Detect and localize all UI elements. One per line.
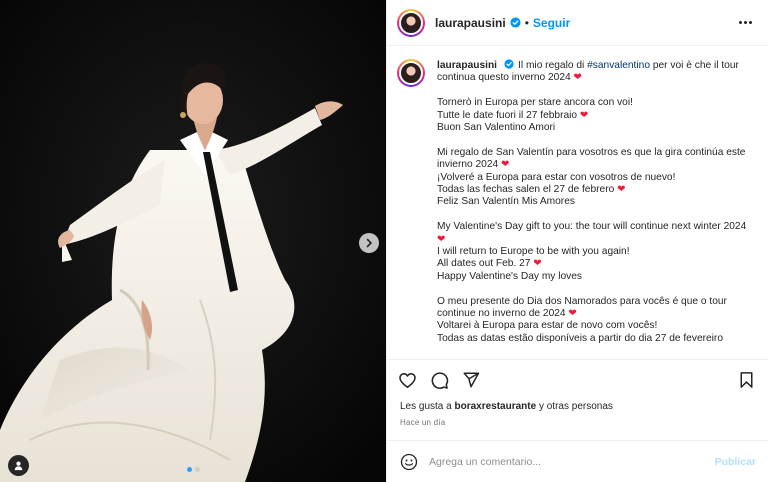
likes-user-link[interactable]: boraxrestaurante xyxy=(454,401,536,412)
caption-line-text: Tornerò in Europa per stare ancora con v… xyxy=(437,97,633,109)
heart-emoji: ❤ xyxy=(501,159,510,171)
heart-emoji: ❤ xyxy=(617,184,626,196)
header-separator: • xyxy=(524,15,529,30)
heart-emoji: ❤ xyxy=(573,72,583,84)
paper-plane-icon xyxy=(463,372,480,388)
carousel-dot xyxy=(195,467,200,472)
caption-paragraph: Tornerò in Europa per stare ancora con v… xyxy=(437,97,754,134)
caption-text: laurapausini Il mio regalo di #sanvalent… xyxy=(437,59,754,359)
caption-line-text: ¡Volveré a Europa para estar con vosotro… xyxy=(437,171,676,183)
share-button[interactable] xyxy=(461,370,481,390)
caption-line-text: Todas las fechas salen el 27 de febrero xyxy=(437,184,618,196)
likes-prefix: Les gusta a xyxy=(400,401,455,412)
caption-line: Todas as datas estão disponíveis a parti… xyxy=(437,333,754,345)
avatar[interactable] xyxy=(397,8,425,37)
post-timestamp[interactable]: Hace un día xyxy=(387,414,768,427)
post-photo xyxy=(0,0,386,482)
smiley-icon xyxy=(400,453,418,470)
caption-paragraph: Mi regalo de San Valentín para vosotros … xyxy=(437,147,754,209)
like-button[interactable] xyxy=(397,370,417,390)
comment-input[interactable] xyxy=(429,455,715,468)
likes-others-link[interactable]: y otras personas xyxy=(536,401,613,412)
caption-area: laurapausini Il mio regalo di #sanvalent… xyxy=(387,46,768,360)
emoji-button[interactable] xyxy=(399,452,419,472)
post-media[interactable] xyxy=(0,0,386,482)
caption-line: Feliz San Valentín Mis Amores xyxy=(437,196,754,208)
caption-line-text: Mi regalo de San Valentín para vosotros … xyxy=(437,146,746,171)
chevron-right-icon xyxy=(366,238,373,248)
comment-button[interactable] xyxy=(429,370,449,390)
caption-line-text: O meu presente do Dia dos Namorados para… xyxy=(437,295,727,320)
verified-badge-icon xyxy=(510,17,521,28)
comment-composer: Publicar xyxy=(387,440,768,482)
caption-line-text: My Valentine's Day gift to you: the tour… xyxy=(437,221,747,233)
carousel-dot xyxy=(187,467,192,472)
caption-line: My Valentine's Day gift to you: the tour… xyxy=(437,221,754,246)
heart-emoji: ❤ xyxy=(579,109,589,121)
verified-badge-icon xyxy=(504,59,515,70)
heart-emoji: ❤ xyxy=(568,308,577,320)
caption-line-text: Tutte le date fuori il 27 febbraio xyxy=(437,109,580,121)
follow-button[interactable]: Seguir xyxy=(533,16,570,30)
caption-line: Mi regalo de San Valentín para vosotros … xyxy=(437,147,754,172)
caption-line: I will return to Europe to be with you a… xyxy=(437,246,754,258)
caption-line-text: All dates out Feb. 27 xyxy=(437,258,534,270)
caption-line: Buon San Valentino Amori xyxy=(437,122,754,134)
tagged-users-button[interactable] xyxy=(8,455,29,476)
caption-intro: Il mio regalo di xyxy=(518,60,588,71)
caption-line: ¡Volveré a Europa para estar con vosotro… xyxy=(437,172,754,184)
hashtag-link[interactable]: #sanvalentino xyxy=(587,60,650,71)
post-panel: laurapausini • Seguir laurapausini Il mi… xyxy=(386,0,768,482)
caption-paragraphs: Tornerò in Europa per stare ancora con v… xyxy=(437,97,754,345)
caption-line: Todas las fechas salen el 27 de febrero … xyxy=(437,184,754,196)
caption-line-text: Voltarei à Europa para estar de novo com… xyxy=(437,320,658,332)
caption-line: All dates out Feb. 27 ❤ xyxy=(437,258,754,270)
caption-line-text: Feliz San Valentín Mis Amores xyxy=(437,196,575,208)
caption-paragraph: My Valentine's Day gift to you: the tour… xyxy=(437,221,754,283)
more-options-icon[interactable] xyxy=(735,17,756,28)
save-button[interactable] xyxy=(736,370,756,390)
user-tag-icon xyxy=(14,461,23,471)
heart-outline-icon xyxy=(398,372,416,388)
caption-line-text: I will return to Europe to be with you a… xyxy=(437,246,630,258)
caption-line-text: Happy Valentine's Day my loves xyxy=(437,270,583,282)
instagram-post-modal: laurapausini • Seguir laurapausini Il mi… xyxy=(0,0,768,482)
post-username[interactable]: laurapausini xyxy=(435,16,506,30)
caption-line-text: Buon San Valentino Amori xyxy=(437,122,556,134)
comment-bubble-icon xyxy=(431,371,448,389)
likes-summary: Les gusta a boraxrestaurante y otras per… xyxy=(387,400,768,414)
post-header: laurapausini • Seguir xyxy=(387,0,768,46)
heart-emoji: ❤ xyxy=(437,233,446,245)
caption-line: Happy Valentine's Day my loves xyxy=(437,271,754,283)
bookmark-icon xyxy=(740,372,752,388)
caption-line: O meu presente do Dia dos Namorados para… xyxy=(437,296,754,321)
heart-emoji: ❤ xyxy=(533,258,542,270)
publish-button[interactable]: Publicar xyxy=(715,456,756,468)
carousel-indicator xyxy=(187,467,200,472)
caption-line: Tutte le date fuori il 27 febbraio ❤ xyxy=(437,110,754,122)
caption-paragraph: O meu presente do Dia dos Namorados para… xyxy=(437,296,754,346)
carousel-next-button[interactable] xyxy=(359,233,379,253)
caption-line: Tornerò in Europa per stare ancora con v… xyxy=(437,97,754,109)
caption-avatar[interactable] xyxy=(397,59,425,87)
action-bar xyxy=(387,360,768,400)
caption-username[interactable]: laurapausini xyxy=(437,60,497,71)
caption-line-text: Todas as datas estão disponíveis a parti… xyxy=(437,332,723,344)
caption-line: Voltarei à Europa para estar de novo com… xyxy=(437,320,754,332)
